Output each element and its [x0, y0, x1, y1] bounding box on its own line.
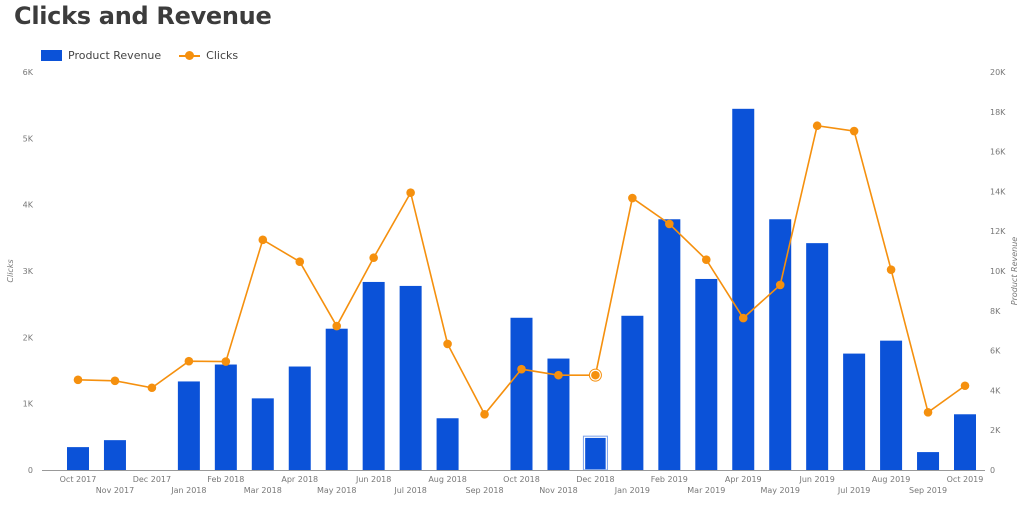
x-axis-tick: Jun 2018	[355, 475, 391, 484]
x-axis-tick: Dec 2018	[576, 475, 614, 484]
clicks-point[interactable]	[738, 313, 748, 323]
x-axis-tick: Oct 2018	[503, 475, 540, 484]
x-axis-tick: Sep 2018	[466, 486, 504, 495]
x-axis-tick: Mar 2018	[244, 486, 282, 495]
x-axis-tick: Jun 2019	[798, 475, 834, 484]
revenue-bar[interactable]	[769, 219, 792, 470]
right-axis-tick: 12K	[990, 227, 1006, 236]
revenue-bar[interactable]	[214, 364, 237, 470]
right-axis-tick: 20K	[990, 68, 1006, 77]
clicks-point[interactable]	[886, 265, 896, 274]
left-axis-tick: 6K	[23, 68, 34, 77]
revenue-bar[interactable]	[399, 285, 422, 470]
x-axis-tick: Jan 2019	[614, 486, 650, 495]
revenue-bar[interactable]	[510, 317, 533, 470]
clicks-point[interactable]	[849, 126, 859, 136]
x-axis-tick: Feb 2019	[651, 475, 688, 484]
x-axis-tick: Nov 2017	[96, 486, 135, 495]
clicks-point[interactable]	[110, 376, 120, 386]
clicks-point[interactable]	[960, 381, 970, 391]
clicks-point[interactable]	[812, 121, 822, 131]
clicks-point[interactable]	[517, 364, 526, 374]
revenue-bar[interactable]	[177, 381, 200, 470]
clicks-point[interactable]	[443, 339, 452, 349]
clicks-point[interactable]	[701, 255, 711, 265]
x-axis-tick: Jan 2018	[170, 486, 206, 495]
left-axis: 0 1K 2K 3K 4K 5K 6K	[23, 68, 34, 475]
revenue-bar[interactable]	[103, 440, 126, 470]
revenue-bars	[67, 108, 976, 471]
clicks-point[interactable]	[258, 235, 268, 245]
x-axis-tick: Nov 2018	[539, 486, 578, 495]
clicks-point[interactable]	[73, 375, 83, 385]
revenue-bar[interactable]	[880, 340, 903, 470]
x-axis-tick: Oct 2019	[947, 475, 984, 484]
right-axis-tick: 10K	[990, 267, 1006, 276]
left-axis-tick: 0	[28, 466, 33, 475]
left-axis-tick: 5K	[23, 134, 34, 143]
right-axis: 0 2K 4K 6K 8K 10K 12K 14K 16K 18K 20K	[990, 68, 1006, 475]
revenue-bar[interactable]	[325, 328, 348, 470]
x-axis-tick: Oct 2017	[60, 475, 97, 484]
right-axis-tick: 8K	[990, 307, 1001, 316]
revenue-bar[interactable]	[362, 281, 385, 470]
x-axis-tick: Jul 2018	[393, 486, 427, 495]
clicks-point[interactable]	[554, 370, 563, 380]
x-axis-tick: Mar 2019	[687, 486, 725, 495]
clicks-point[interactable]	[923, 407, 933, 417]
x-axis-tick: Aug 2019	[872, 475, 911, 484]
clicks-point[interactable]	[147, 383, 157, 393]
revenue-bar[interactable]	[806, 243, 829, 470]
clicks-point[interactable]	[221, 357, 231, 366]
revenue-bar[interactable]	[251, 398, 274, 470]
revenue-bar[interactable]	[695, 278, 718, 470]
revenue-bar[interactable]	[658, 219, 681, 470]
clicks-point[interactable]	[591, 370, 600, 380]
clicks-point[interactable]	[406, 188, 415, 198]
left-axis-tick: 3K	[23, 267, 34, 276]
clicks-point[interactable]	[665, 219, 674, 229]
x-axis-tick: Aug 2018	[428, 475, 467, 484]
clicks-point[interactable]	[184, 356, 194, 366]
x-axis-tick: Apr 2019	[725, 475, 762, 484]
clicks-point[interactable]	[628, 193, 637, 203]
x-axis-tick: Apr 2018	[281, 475, 318, 484]
clicks-point[interactable]	[332, 321, 342, 331]
clicks-point[interactable]	[295, 257, 305, 267]
right-axis-tick: 2K	[990, 426, 1001, 435]
right-axis-tick: 16K	[990, 148, 1006, 157]
x-axis-tick: May 2019	[760, 486, 799, 495]
revenue-bar[interactable]	[583, 436, 608, 471]
revenue-bar[interactable]	[954, 414, 976, 470]
x-axis-tick: Sep 2019	[909, 486, 947, 495]
right-axis-tick: 18K	[990, 108, 1006, 117]
x-axis-tick: May 2018	[317, 486, 356, 495]
chart-plot: 0 1K 2K 3K 4K 5K 6K 0 2K 4K 6K 8K 10K 12K 14K 16K 18K 20…	[6, 68, 1019, 495]
right-axis-tick: 4K	[990, 386, 1001, 395]
right-axis-tick: 14K	[990, 187, 1006, 196]
clicks-point[interactable]	[369, 253, 378, 263]
x-axis-tick: Dec 2017	[133, 475, 171, 484]
x-axis: Oct 2017 Nov 2017 Dec 2017 Jan 2018Feb 2018…	[60, 475, 984, 495]
revenue-bar[interactable]	[67, 447, 89, 470]
revenue-bar[interactable]	[917, 452, 940, 470]
x-axis-tick: Jul 2019	[837, 486, 871, 495]
left-axis-tick: 2K	[23, 333, 34, 342]
left-axis-tick: 4K	[23, 201, 34, 210]
right-axis-title: Product Revenue	[1010, 237, 1019, 306]
left-axis-title: Clicks	[6, 259, 15, 282]
revenue-bar[interactable]	[436, 418, 459, 470]
right-axis-tick: 0	[990, 466, 995, 475]
right-axis-tick: 6K	[990, 347, 1001, 356]
clicks-point[interactable]	[480, 409, 489, 419]
revenue-bar[interactable]	[843, 353, 866, 470]
revenue-bar[interactable]	[621, 315, 644, 470]
clicks-point[interactable]	[775, 280, 785, 290]
revenue-bar[interactable]	[732, 108, 755, 470]
x-axis-tick: Feb 2018	[207, 475, 244, 484]
left-axis-tick: 1K	[23, 400, 34, 409]
revenue-bar[interactable]	[288, 366, 311, 470]
